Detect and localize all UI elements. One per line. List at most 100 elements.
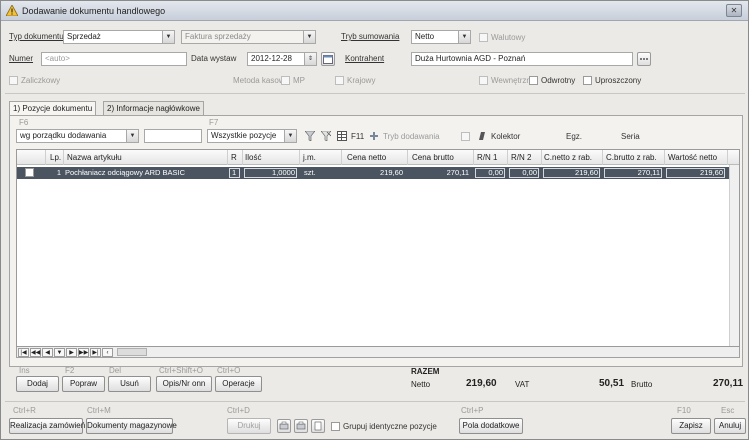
- document-kind-value: Faktura sprzedaży: [185, 32, 251, 41]
- document-type-value: Sprzedaż: [67, 32, 101, 41]
- column-separator: [727, 150, 728, 165]
- currency-label: Walutowy: [491, 33, 526, 42]
- issue-date-field[interactable]: 2012-12-28 ⇕: [247, 52, 317, 66]
- print-button[interactable]: Drukuj: [227, 418, 271, 434]
- chevron-down-icon[interactable]: ▼: [162, 31, 174, 43]
- cell-rn2: 0,00: [522, 168, 537, 177]
- first-record-icon[interactable]: |◀: [18, 348, 29, 357]
- document-kind-select[interactable]: Faktura sprzedaży ▼: [181, 30, 316, 44]
- col-net-discount[interactable]: C.netto z rab.: [544, 153, 592, 162]
- col-net-price[interactable]: Cena netto: [347, 153, 386, 162]
- filter-icon[interactable]: [305, 131, 315, 141]
- add-button[interactable]: Dodaj: [16, 376, 59, 392]
- next-page-icon[interactable]: ▶▶: [78, 348, 89, 357]
- filter-select[interactable]: Wszystkie pozycje ▼: [207, 129, 297, 143]
- description-button[interactable]: Opis/Nr onn: [156, 376, 212, 392]
- reverse-checkbox[interactable]: [529, 76, 538, 85]
- col-rn1[interactable]: R/N 1: [477, 153, 497, 162]
- gross-label: Brutto: [631, 380, 653, 389]
- cell-net-price: 219,60: [380, 168, 403, 177]
- clear-filter-icon[interactable]: [321, 131, 331, 141]
- delete-button[interactable]: Usuń: [108, 376, 151, 392]
- column-separator: [473, 150, 474, 165]
- operations-button[interactable]: Operacje: [215, 376, 262, 392]
- contractor-lookup-button[interactable]: [637, 52, 651, 66]
- last-record-icon[interactable]: ▶|: [90, 348, 101, 357]
- cancel-button[interactable]: Anuluj: [714, 418, 746, 434]
- export-button[interactable]: [311, 419, 325, 433]
- number-placeholder: <auto>: [45, 54, 70, 63]
- ellipsis-icon: [640, 58, 648, 60]
- ctrl-m-hint: Ctrl+M: [87, 406, 111, 415]
- insert-record-icon[interactable]: ▼: [54, 348, 65, 357]
- col-net-value[interactable]: Wartość netto: [668, 153, 717, 162]
- row-checkbox[interactable]: [25, 168, 34, 177]
- internal-checkbox[interactable]: [479, 76, 488, 85]
- col-unit[interactable]: j.m.: [303, 153, 316, 162]
- chevron-down-icon[interactable]: ▼: [126, 130, 138, 142]
- chevron-down-icon[interactable]: ▼: [303, 31, 315, 43]
- vertical-scrollbar[interactable]: [729, 165, 739, 346]
- f2-hint: F2: [65, 366, 75, 375]
- contractor-label: Kontrahent: [345, 54, 385, 63]
- prev-page-icon[interactable]: ◀◀: [30, 348, 41, 357]
- tab-positions[interactable]: 1) Pozycje dokumentu: [9, 101, 97, 116]
- simplified-checkbox[interactable]: [583, 76, 592, 85]
- group-identical-checkbox[interactable]: [331, 422, 340, 431]
- tab-header-info[interactable]: 2) Informacje nagłówkowe: [103, 101, 204, 115]
- sort-order-select[interactable]: wg porządku dodawania ▼: [16, 129, 139, 143]
- prev-record-icon[interactable]: ◀: [42, 348, 53, 357]
- ctrl-shift-o-hint: Ctrl+Shift+O: [159, 366, 204, 375]
- mp-checkbox[interactable]: [281, 76, 290, 85]
- advance-checkbox[interactable]: [9, 76, 18, 85]
- print-settings-button[interactable]: [294, 419, 308, 433]
- col-gross-price[interactable]: Cena brutto: [412, 153, 454, 162]
- warehouse-documents-button[interactable]: Dokumenty magazynowe: [86, 418, 177, 434]
- currency-checkbox[interactable]: [479, 33, 488, 42]
- column-separator: [664, 150, 665, 165]
- col-lp[interactable]: Lp.: [50, 153, 61, 162]
- positions-grid[interactable]: Lp. Nazwa artykułu R Ilość j.m. Cena net…: [16, 149, 740, 347]
- f11-hint: F11: [351, 132, 365, 141]
- grid-icon[interactable]: [337, 131, 347, 141]
- vat-total-value: 50,51: [599, 378, 625, 389]
- cell-gross-price: 270,11: [446, 168, 469, 177]
- col-rn2[interactable]: R/N 2: [511, 153, 531, 162]
- document-type-select[interactable]: Sprzedaż ▼: [63, 30, 175, 44]
- chevron-down-icon[interactable]: ▼: [458, 31, 470, 43]
- search-input[interactable]: [144, 129, 202, 143]
- col-quantity[interactable]: Ilość: [245, 153, 261, 162]
- column-separator: [602, 150, 603, 165]
- domestic-checkbox[interactable]: [335, 76, 344, 85]
- col-r[interactable]: R: [231, 153, 237, 162]
- column-separator: [299, 150, 300, 165]
- horizontal-scroll-thumb[interactable]: [117, 348, 147, 356]
- divider: [5, 401, 745, 402]
- save-button[interactable]: Zapisz: [671, 418, 711, 434]
- order-fulfillment-button[interactable]: Realizacja zamówień: [9, 418, 85, 434]
- collector-label: Kolektor: [491, 132, 521, 141]
- table-row[interactable]: 1 Pochłaniacz odciągowy ARD BASIC 1 1,00…: [17, 167, 739, 179]
- calendar-button[interactable]: [321, 52, 335, 66]
- edit-button[interactable]: Popraw: [62, 376, 105, 392]
- summation-mode-label: Tryb sumowania: [341, 32, 400, 41]
- col-name[interactable]: Nazwa artykułu: [67, 153, 122, 162]
- grid-scroll-icon[interactable]: ‹: [102, 348, 113, 357]
- number-field[interactable]: <auto>: [41, 52, 187, 66]
- chevron-down-icon[interactable]: ▼: [284, 130, 296, 142]
- net-label: Netto: [411, 380, 431, 389]
- col-gross-discount[interactable]: C.brutto z rab.: [606, 153, 657, 162]
- column-separator: [507, 150, 508, 165]
- print-preview-button[interactable]: [277, 419, 291, 433]
- additional-fields-button[interactable]: Pola dodatkowe: [459, 418, 523, 434]
- collector-checkbox[interactable]: [461, 132, 470, 141]
- number-label: Numer: [9, 54, 34, 63]
- grid-header: Lp. Nazwa artykułu R Ilość j.m. Cena net…: [17, 150, 739, 165]
- document-dialog: Dodawanie dokumentu handlowego ✕ Typ dok…: [0, 0, 749, 440]
- contractor-field[interactable]: Duża Hurtownia AGD - Poznań: [411, 52, 633, 66]
- domestic-label: Krajowy: [347, 76, 376, 85]
- summation-mode-select[interactable]: Netto ▼: [411, 30, 471, 44]
- next-record-icon[interactable]: ▶: [66, 348, 77, 357]
- close-button[interactable]: ✕: [726, 4, 742, 17]
- spinner-icon[interactable]: ⇕: [304, 53, 316, 65]
